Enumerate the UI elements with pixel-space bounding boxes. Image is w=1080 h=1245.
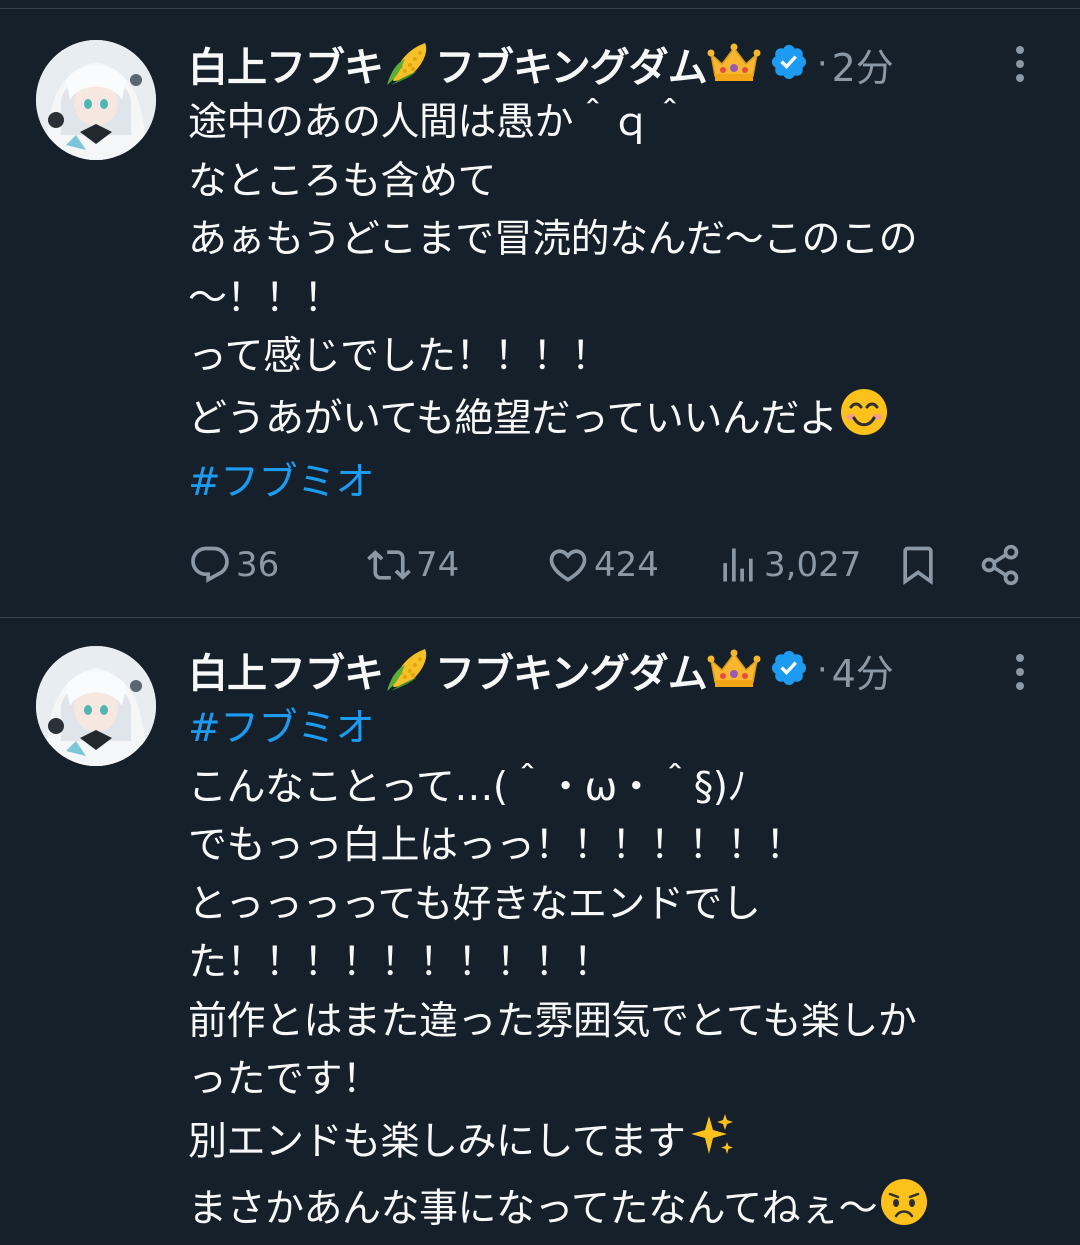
more-options-icon[interactable] (1004, 44, 1036, 84)
tweet-line: ったです！ (188, 1057, 381, 1102)
tweet-line: って感じでした！！！！ (188, 334, 610, 379)
tweet-line: こんなことって…(＾・ω・＾§)ﾉ (188, 764, 747, 810)
repost-count: 74 (416, 545, 460, 585)
share-icon (981, 544, 1019, 586)
separator-dot: · (816, 44, 828, 84)
corn-emoji-icon (383, 643, 435, 697)
sparkles-emoji-icon (687, 1110, 737, 1178)
bookmark-button[interactable] (896, 540, 940, 590)
tweet-line: あぁもうどこまで冒涜的なんだ〜このこの (188, 217, 918, 262)
verified-badge-icon[interactable] (769, 42, 809, 86)
tweet-line-with-emoji: まさかあんな事になってたなんてねぇ〜 (188, 1177, 1048, 1245)
tweet-line-with-emoji: 別エンドも楽しみにしてます (188, 1110, 1048, 1178)
tweet-line: 途中のあの人間は愚か＾ｑ＾ (188, 100, 689, 145)
author-avatar[interactable] (36, 40, 156, 160)
author-name-part1[interactable]: 白上フブキ (188, 35, 384, 93)
crown-emoji-icon (707, 40, 761, 88)
tweet-timestamp[interactable]: 4分 (832, 643, 894, 698)
tweet-line: 〜！！！ (188, 275, 343, 321)
reply-button[interactable]: 36 (188, 540, 279, 590)
share-button[interactable] (978, 540, 1022, 590)
corn-emoji-icon (383, 37, 435, 91)
tweet-header: 白上フブキ フブキングダム (188, 36, 894, 92)
crown-emoji-icon (707, 646, 761, 694)
tweet-line: なところも含めて (188, 158, 497, 204)
author-name-part2[interactable]: フブキングダム (435, 35, 708, 93)
author-name-part1[interactable]: 白上フブキ (188, 641, 384, 699)
tweet-line: どうあがいても絶望だっていいんだよ (188, 395, 838, 441)
tweet-line: まさかあんな事になってたなんてねぇ〜 (188, 1186, 878, 1232)
tweet-line: 別エンドも楽しみにしてます (188, 1118, 686, 1164)
like-count: 424 (594, 545, 659, 585)
verified-badge-icon[interactable] (769, 648, 809, 692)
heart-icon (549, 549, 587, 582)
tweet-text: 途中のあの人間は愚か＾ｑ＾ なところも含めて あぁもうどこまで冒涜的なんだ〜この… (188, 94, 1048, 513)
author-name-part2[interactable]: フブキングダム (435, 641, 708, 699)
views-count: 3,027 (764, 545, 862, 585)
tweet-text: #フブミオ こんなことって…(＾・ω・＾§)ﾉ でもっっ白上はっっ！！！！！！！… (188, 700, 1048, 1245)
repost-button[interactable]: 74 (366, 540, 459, 590)
bookmark-icon (903, 546, 933, 586)
tweet-2[interactable]: 白上フブキ フブキングダム · 4分 #フブミオ こんなことって…(＾・ω・＾§… (0, 618, 1080, 1237)
worried-face-emoji-icon (879, 1177, 929, 1245)
reply-count: 36 (236, 545, 280, 585)
tweet-actions: 36 74 424 3,027 (188, 540, 1048, 590)
tweet-line-with-emoji: どうあがいても絶望だっていいんだよ (188, 387, 1048, 455)
separator-dot: · (816, 650, 828, 690)
hashtag-link[interactable]: #フブミオ (188, 700, 1048, 759)
tweet-line: 前作とはまた違った雰囲気でとても楽しか (188, 998, 917, 1044)
hashtag-link[interactable]: #フブミオ (188, 454, 1048, 513)
more-options-icon[interactable] (1004, 652, 1036, 692)
tweet-line: た！！！！！！！！！！ (188, 940, 612, 985)
views-button[interactable]: 3,027 (716, 540, 861, 590)
views-icon (723, 548, 753, 582)
repost-icon (367, 550, 411, 580)
tweet-line: とっっっっても好きなエンドでし (188, 881, 761, 927)
like-button[interactable]: 424 (546, 540, 659, 590)
tweet-1[interactable]: 白上フブキ フブキングダム · 2分 途中のあの人間は愚か＾ｑ＾ なところも含め… (0, 0, 1080, 617)
tweet-timestamp[interactable]: 2分 (832, 37, 894, 92)
author-avatar[interactable] (36, 646, 156, 766)
tweet-header: 白上フブキ フブキングダム (188, 642, 894, 698)
reply-icon (191, 546, 229, 583)
tweet-line: でもっっ白上はっっ！！！！！！！ (188, 823, 805, 868)
smiling-face-emoji-icon (839, 387, 889, 455)
